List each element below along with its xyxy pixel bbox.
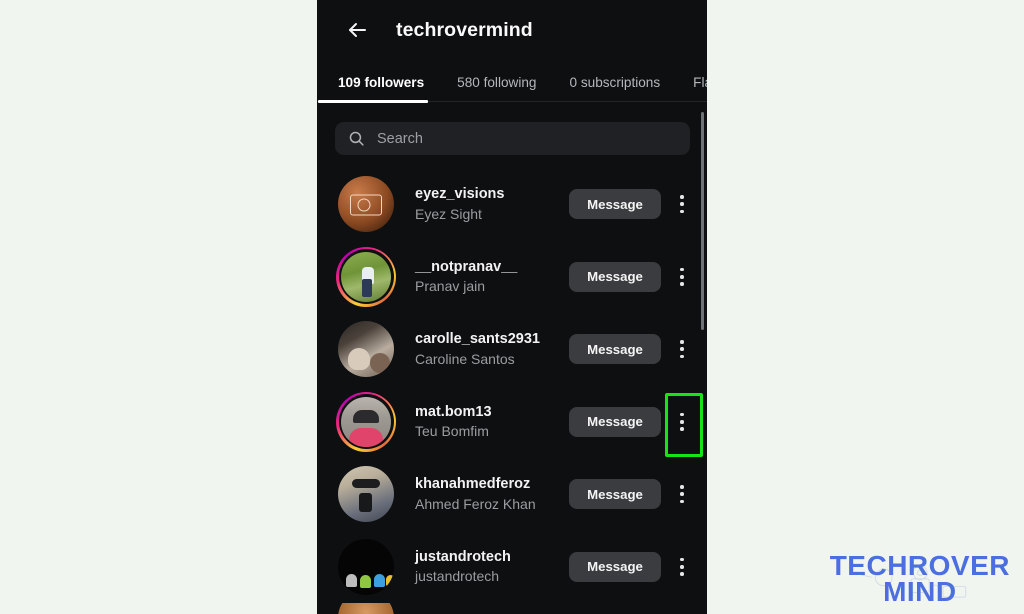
page-root: techrovermind 109 followers 580 followin… [0,0,1024,614]
list-item-username: __notpranav__ [415,258,518,275]
back-arrow-icon[interactable] [334,7,380,53]
table-row[interactable]: carolle_sants2931 Caroline Santos Messag… [317,313,707,386]
avatar[interactable] [338,321,394,378]
more-vertical-icon-highlighted[interactable] [665,392,703,457]
list-item-username: mat.bom13 [415,403,492,420]
khanahmedferoz-avatar [338,466,394,523]
list-item-fullname: Teu Bomfim [415,423,489,440]
list-item-username: eyez_visions [415,186,505,203]
row-names: justandrotech justandrotech [415,548,569,586]
more-vertical-icon[interactable] [667,184,697,224]
avatar[interactable] [336,246,396,307]
tab-active-indicator [318,100,428,103]
story-ring [336,246,396,307]
story-ring [336,391,396,452]
message-button[interactable]: Message [569,334,661,365]
app-header: techrovermind [317,0,707,60]
table-row[interactable]: eyez_visions Eyez Sight Message [317,168,707,241]
table-row[interactable]: mat.bom13 Teu Bomfim Message [317,386,707,459]
more-vertical-icon[interactable] [667,547,697,587]
phone-screen: techrovermind 109 followers 580 followin… [317,0,707,614]
watermark-logo: TECHROVER MIND [829,549,1010,608]
tab-subscriptions[interactable]: 0 subscriptions [570,75,661,90]
row-names: __notpranav__ Pranav jain [415,258,569,296]
tab-following[interactable]: 580 following [457,75,536,90]
table-row[interactable]: __notpranav__ Pranav jain Message [317,241,707,314]
tab-bar: 109 followers 580 following 0 subscripti… [317,60,707,104]
message-button[interactable]: Message [569,479,661,510]
list-item-username: carolle_sants2931 [415,331,540,348]
avatar[interactable] [338,176,394,233]
message-button[interactable]: Message [569,261,661,292]
avatar[interactable] [338,466,394,523]
more-vertical-icon[interactable] [667,329,697,369]
list-item-username: khanahmedferoz [415,476,531,493]
avatar[interactable] [338,538,394,595]
table-row[interactable]: khanahmedferoz Ahmed Feroz Khan Message [317,458,707,531]
message-button[interactable]: Message [569,406,661,437]
row-names: mat.bom13 Teu Bomfim [415,403,569,441]
search-icon [348,130,365,147]
watermark-line-2: MIND [883,576,957,608]
row-names: eyez_visions Eyez Sight [415,185,569,223]
watermark-line-1: TECHROVER [829,549,1010,581]
tab-flagged[interactable]: Flagg [693,75,707,90]
more-vertical-icon[interactable] [667,257,697,297]
list-item-username: justandrotech [415,548,511,565]
list-item-fullname: justandrotech [415,568,500,585]
carolle-sants-avatar [338,321,394,378]
partial-avatar [338,603,394,614]
followers-list: eyez_visions Eyez Sight Message __notpra… [317,168,707,614]
tab-followers[interactable]: 109 followers [338,75,424,90]
search-bar[interactable] [335,122,690,155]
table-row[interactable]: justandrotech justandrotech Message [317,531,707,604]
list-item-fullname: Eyez Sight [415,205,482,222]
message-button[interactable]: Message [569,551,661,582]
message-button[interactable]: Message [569,189,661,220]
list-item-fullname: Ahmed Feroz Khan [415,495,536,512]
row-names: khanahmedferoz Ahmed Feroz Khan [415,475,569,513]
row-names: carolle_sants2931 Caroline Santos [415,330,569,368]
table-row-partial[interactable] [317,603,707,614]
page-title: techrovermind [396,18,533,41]
search-input[interactable] [377,130,657,147]
eyez-visions-avatar [338,176,394,233]
more-vertical-icon[interactable] [667,474,697,514]
avatar[interactable] [336,391,396,452]
list-item-fullname: Pranav jain [415,278,486,295]
notpranav-avatar [341,251,391,302]
scrollbar-thumb[interactable] [700,112,704,330]
avatar[interactable] [338,603,394,614]
mat-bom13-avatar [341,396,391,447]
justandrotech-avatar [338,538,394,595]
list-item-fullname: Caroline Santos [415,350,515,367]
